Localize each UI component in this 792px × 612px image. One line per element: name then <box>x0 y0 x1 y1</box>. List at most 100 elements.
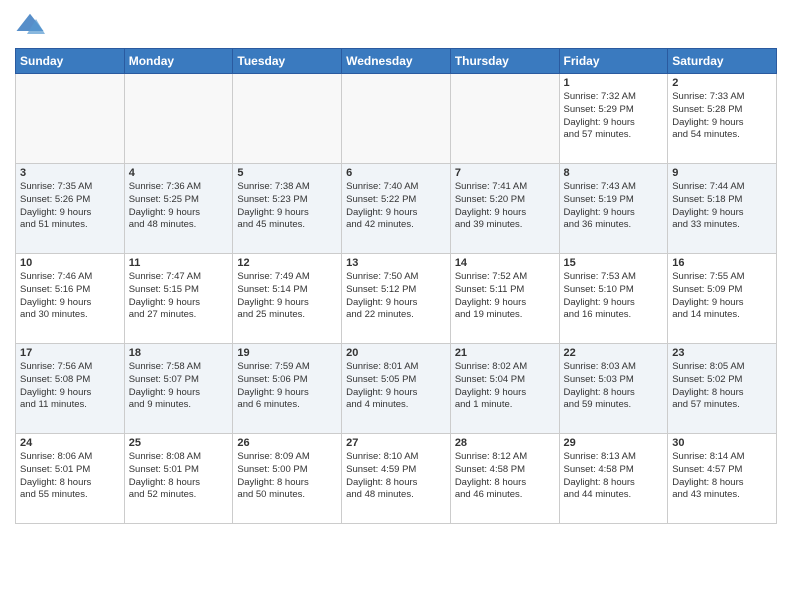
day-number: 23 <box>672 347 772 359</box>
day-info: Sunrise: 8:08 AMSunset: 5:01 PMDaylight:… <box>129 451 229 502</box>
day-number: 12 <box>237 257 337 269</box>
day-info: Sunrise: 8:06 AMSunset: 5:01 PMDaylight:… <box>20 451 120 502</box>
day-info: Sunrise: 8:10 AMSunset: 4:59 PMDaylight:… <box>346 451 446 502</box>
weekday-header-saturday: Saturday <box>668 49 777 74</box>
day-info: Sunrise: 8:09 AMSunset: 5:00 PMDaylight:… <box>237 451 337 502</box>
calendar-cell <box>233 74 342 164</box>
calendar-cell <box>16 74 125 164</box>
calendar-cell: 18Sunrise: 7:58 AMSunset: 5:07 PMDayligh… <box>124 344 233 434</box>
calendar-cell: 26 Sunrise: 8:09 AMSunset: 5:00 PMDayligh… <box>233 434 342 524</box>
day-info: Sunrise: 7:53 AMSunset: 5:10 PMDaylight:… <box>564 271 664 322</box>
calendar-cell <box>450 74 559 164</box>
day-info: Sunrise: 7:47 AMSunset: 5:15 PMDaylight:… <box>129 271 229 322</box>
day-info: Sunrise: 7:46 AMSunset: 5:16 PMDaylight:… <box>20 271 120 322</box>
day-info: Sunrise: 8:01 AMSunset: 5:05 PMDaylight:… <box>346 361 446 412</box>
day-number: 15 <box>564 257 664 269</box>
day-info: Sunrise: 7:33 AMSunset: 5:28 PMDaylight:… <box>672 91 772 142</box>
calendar-cell: 15 Sunrise: 7:53 AMSunset: 5:10 PMDayligh… <box>559 254 668 344</box>
day-info: Sunrise: 7:49 AMSunset: 5:14 PMDaylight:… <box>237 271 337 322</box>
day-number: 6 <box>346 167 446 179</box>
day-number: 3 <box>20 167 120 179</box>
calendar-cell: 21 Sunrise: 8:02 AMSunset: 5:04 PMDayligh… <box>450 344 559 434</box>
day-info: Sunrise: 7:38 AMSunset: 5:23 PMDaylight:… <box>237 181 337 232</box>
calendar-cell: 23 Sunrise: 8:05 AMSunset: 5:02 PMDayligh… <box>668 344 777 434</box>
day-info: Sunrise: 7:55 AMSunset: 5:09 PMDaylight:… <box>672 271 772 322</box>
calendar-week-row-1: 1 Sunrise: 7:32 AMSunset: 5:29 PMDaylight… <box>16 74 777 164</box>
calendar-cell <box>124 74 233 164</box>
day-info: Sunrise: 7:58 AMSunset: 5:07 PMDaylight:… <box>129 361 229 412</box>
weekday-header-friday: Friday <box>559 49 668 74</box>
weekday-header-monday: Monday <box>124 49 233 74</box>
day-info: Sunrise: 8:14 AMSunset: 4:57 PMDaylight:… <box>672 451 772 502</box>
logo <box>15 10 49 40</box>
day-number: 24 <box>20 437 120 449</box>
day-number: 28 <box>455 437 555 449</box>
calendar-week-row-4: 17Sunrise: 7:56 AMSunset: 5:08 PMDayligh… <box>16 344 777 434</box>
calendar-cell: 17Sunrise: 7:56 AMSunset: 5:08 PMDayligh… <box>16 344 125 434</box>
calendar-table: SundayMondayTuesdayWednesdayThursdayFrid… <box>15 48 777 524</box>
calendar-cell: 12 Sunrise: 7:49 AMSunset: 5:14 PMDayligh… <box>233 254 342 344</box>
day-number: 9 <box>672 167 772 179</box>
day-number: 5 <box>237 167 337 179</box>
calendar-cell: 25 Sunrise: 8:08 AMSunset: 5:01 PMDayligh… <box>124 434 233 524</box>
day-number: 1 <box>564 77 664 89</box>
day-info: Sunrise: 7:50 AMSunset: 5:12 PMDaylight:… <box>346 271 446 322</box>
day-number: 14 <box>455 257 555 269</box>
day-info: Sunrise: 8:05 AMSunset: 5:02 PMDaylight:… <box>672 361 772 412</box>
calendar-cell: 11 Sunrise: 7:47 AMSunset: 5:15 PMDayligh… <box>124 254 233 344</box>
calendar-week-row-5: 24 Sunrise: 8:06 AMSunset: 5:01 PMDayligh… <box>16 434 777 524</box>
day-number: 11 <box>129 257 229 269</box>
calendar-week-row-2: 3 Sunrise: 7:35 AMSunset: 5:26 PMDaylight… <box>16 164 777 254</box>
day-number: 13 <box>346 257 446 269</box>
day-number: 21 <box>455 347 555 359</box>
day-info: Sunrise: 8:02 AMSunset: 5:04 PMDaylight:… <box>455 361 555 412</box>
weekday-header-thursday: Thursday <box>450 49 559 74</box>
day-number: 22 <box>564 347 664 359</box>
calendar-cell: 24 Sunrise: 8:06 AMSunset: 5:01 PMDayligh… <box>16 434 125 524</box>
day-info: Sunrise: 7:59 AMSunset: 5:06 PMDaylight:… <box>237 361 337 412</box>
day-number: 29 <box>564 437 664 449</box>
day-number: 17 <box>20 347 120 359</box>
day-number: 27 <box>346 437 446 449</box>
day-number: 30 <box>672 437 772 449</box>
calendar-cell: 29 Sunrise: 8:13 AMSunset: 4:58 PMDayligh… <box>559 434 668 524</box>
day-number: 19 <box>237 347 337 359</box>
day-number: 20 <box>346 347 446 359</box>
calendar-cell: 2 Sunrise: 7:33 AMSunset: 5:28 PMDaylight… <box>668 74 777 164</box>
day-number: 2 <box>672 77 772 89</box>
day-info: Sunrise: 8:03 AMSunset: 5:03 PMDaylight:… <box>564 361 664 412</box>
day-info: Sunrise: 7:41 AMSunset: 5:20 PMDaylight:… <box>455 181 555 232</box>
day-number: 16 <box>672 257 772 269</box>
calendar-cell: 14Sunrise: 7:52 AMSunset: 5:11 PMDayligh… <box>450 254 559 344</box>
day-info: Sunrise: 8:12 AMSunset: 4:58 PMDaylight:… <box>455 451 555 502</box>
calendar-cell: 9Sunrise: 7:44 AMSunset: 5:18 PMDaylight… <box>668 164 777 254</box>
calendar-cell: 5 Sunrise: 7:38 AMSunset: 5:23 PMDaylight… <box>233 164 342 254</box>
day-info: Sunrise: 7:36 AMSunset: 5:25 PMDaylight:… <box>129 181 229 232</box>
calendar-cell: 28 Sunrise: 8:12 AMSunset: 4:58 PMDayligh… <box>450 434 559 524</box>
calendar-cell: 7 Sunrise: 7:41 AMSunset: 5:20 PMDaylight… <box>450 164 559 254</box>
day-info: Sunrise: 7:40 AMSunset: 5:22 PMDaylight:… <box>346 181 446 232</box>
calendar-cell: 8Sunrise: 7:43 AMSunset: 5:19 PMDaylight… <box>559 164 668 254</box>
day-info: Sunrise: 7:32 AMSunset: 5:29 PMDaylight:… <box>564 91 664 142</box>
day-number: 8 <box>564 167 664 179</box>
calendar-cell: 6 Sunrise: 7:40 AMSunset: 5:22 PMDaylight… <box>342 164 451 254</box>
calendar-cell: 19 Sunrise: 7:59 AMSunset: 5:06 PMDayligh… <box>233 344 342 434</box>
calendar-cell: 13 Sunrise: 7:50 AMSunset: 5:12 PMDayligh… <box>342 254 451 344</box>
day-number: 26 <box>237 437 337 449</box>
calendar-cell: 10 Sunrise: 7:46 AMSunset: 5:16 PMDayligh… <box>16 254 125 344</box>
day-info: Sunrise: 8:13 AMSunset: 4:58 PMDaylight:… <box>564 451 664 502</box>
weekday-header-row: SundayMondayTuesdayWednesdayThursdayFrid… <box>16 49 777 74</box>
day-number: 4 <box>129 167 229 179</box>
calendar-cell: 27 Sunrise: 8:10 AMSunset: 4:59 PMDayligh… <box>342 434 451 524</box>
calendar-cell: 4 Sunrise: 7:36 AMSunset: 5:25 PMDaylight… <box>124 164 233 254</box>
calendar-cell: 30 Sunrise: 8:14 AMSunset: 4:57 PMDayligh… <box>668 434 777 524</box>
day-info: Sunrise: 7:35 AMSunset: 5:26 PMDaylight:… <box>20 181 120 232</box>
day-number: 7 <box>455 167 555 179</box>
weekday-header-tuesday: Tuesday <box>233 49 342 74</box>
day-number: 25 <box>129 437 229 449</box>
day-number: 10 <box>20 257 120 269</box>
weekday-header-wednesday: Wednesday <box>342 49 451 74</box>
header <box>15 10 777 40</box>
calendar-cell: 20 Sunrise: 8:01 AMSunset: 5:05 PMDayligh… <box>342 344 451 434</box>
calendar-cell: 1 Sunrise: 7:32 AMSunset: 5:29 PMDaylight… <box>559 74 668 164</box>
